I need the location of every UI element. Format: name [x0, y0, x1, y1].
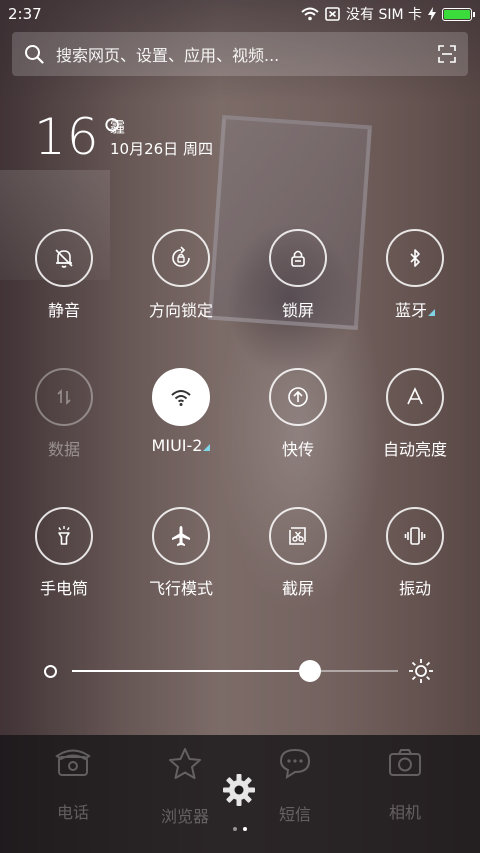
status-time: 2:37: [8, 5, 42, 23]
search-bar[interactable]: 搜索网页、设置、应用、视频...: [12, 32, 468, 76]
upload-icon: [288, 387, 308, 407]
brightness-slider-thumb[interactable]: [298, 660, 321, 682]
toggle-airplane-mode-label: 飞行模式: [148, 579, 213, 598]
toggle-vibrate[interactable]: 振动: [365, 507, 465, 599]
screenshot-icon: [289, 527, 306, 545]
toggle-rotation-lock-label: 方向锁定: [148, 301, 213, 320]
toggle-auto-brightness[interactable]: 自动亮度: [365, 368, 465, 460]
search-icon: [25, 45, 44, 64]
dock-item-camera[interactable]: 相机: [350, 747, 460, 823]
toggle-mute-button[interactable]: [35, 229, 93, 287]
toggle-wifi-label-row: MIUI-2: [131, 436, 231, 455]
toggle-rotation-lock[interactable]: 方向锁定: [131, 229, 231, 321]
toggle-airplane-mode-button[interactable]: [152, 507, 210, 565]
search-input[interactable]: 搜索网页、设置、应用、视频...: [56, 42, 438, 66]
no-sim-icon: [325, 7, 340, 21]
toggle-mute-label: 静音: [47, 301, 80, 320]
toggle-rotation-lock-button[interactable]: [152, 229, 210, 287]
brightness-control: [42, 656, 442, 686]
star-icon: [169, 748, 201, 779]
toggle-flashlight[interactable]: 手电筒: [14, 507, 114, 599]
toggle-vibrate-label: 振动: [398, 579, 431, 598]
weather-date: 10月26日 周四: [110, 140, 213, 158]
bluetooth-icon: [410, 249, 420, 267]
submenu-triangle-icon: [428, 309, 435, 316]
toggle-bluetooth-label-row: 蓝牙: [365, 297, 465, 321]
toggle-auto-brightness-button[interactable]: [386, 368, 444, 426]
dock-item-phone-label: 电话: [56, 803, 89, 822]
charging-icon: [428, 7, 436, 21]
lock-icon: [291, 250, 305, 267]
toggle-lock-screen[interactable]: 锁屏: [248, 229, 348, 321]
brightness-low-icon: [44, 665, 57, 678]
page-dot: [233, 827, 237, 831]
scan-icon[interactable]: [438, 45, 456, 63]
phone-icon: [55, 749, 91, 776]
rotation-lock-icon: [172, 246, 190, 267]
toggle-quick-transfer-label: 快传: [281, 440, 314, 459]
brightness-high-icon: [409, 659, 433, 683]
toggle-mobile-data-label: 数据: [47, 440, 80, 459]
battery-icon: [442, 7, 475, 21]
toggle-quick-transfer-button[interactable]: [269, 368, 327, 426]
toggle-bluetooth[interactable]: 蓝牙: [365, 229, 465, 321]
toggle-mobile-data[interactable]: 数据: [14, 368, 114, 460]
toggle-mobile-data-button[interactable]: [35, 368, 93, 426]
settings-gear-icon[interactable]: [222, 773, 256, 807]
dock-item-messages-label: 短信: [278, 805, 311, 824]
auto-brightness-icon: [407, 387, 423, 405]
brightness-slider-fill: [72, 670, 310, 672]
flashlight-icon: [58, 526, 70, 545]
vibrate-icon: [404, 527, 426, 545]
camera-icon: [389, 749, 421, 776]
toggle-auto-brightness-label: 自动亮度: [382, 440, 447, 459]
status-bar: 2:37 没有 SIM 卡: [0, 0, 480, 28]
toggle-flashlight-button[interactable]: [35, 507, 93, 565]
toggle-wifi[interactable]: MIUI-2: [131, 368, 231, 455]
status-icons: 没有 SIM 卡: [301, 4, 475, 24]
wifi-icon: [171, 390, 191, 406]
dock-item-messages[interactable]: 短信: [240, 747, 350, 825]
dock-item-phone[interactable]: 电话: [18, 747, 128, 823]
message-icon: [279, 748, 311, 779]
toggle-airplane-mode[interactable]: 飞行模式: [131, 507, 231, 599]
page-dot-active: [243, 827, 247, 831]
toggle-flashlight-label: 手电筒: [39, 579, 88, 598]
wifi-signal-icon: [301, 7, 319, 21]
toggle-quick-transfer[interactable]: 快传: [248, 368, 348, 460]
mobile-data-icon: [57, 389, 71, 405]
toggle-wifi-label: MIUI-2: [151, 436, 203, 455]
toggle-screenshot-label: 截屏: [281, 579, 314, 598]
bell-off-icon: [55, 249, 73, 268]
status-sim-text: 没有 SIM 卡: [346, 7, 422, 23]
weather-condition: 霾: [110, 118, 126, 136]
toggle-screenshot[interactable]: 截屏: [248, 507, 348, 599]
toggle-mute[interactable]: 静音: [14, 229, 114, 321]
page-indicator: [233, 827, 247, 831]
airplane-icon: [172, 526, 190, 546]
toggle-vibrate-button[interactable]: [386, 507, 444, 565]
toggle-bluetooth-label: 蓝牙: [394, 301, 427, 320]
submenu-triangle-icon: [203, 444, 211, 451]
dock: 电话 浏览器 短信 相机: [0, 735, 480, 853]
brightness-slider[interactable]: [72, 660, 398, 682]
toggle-screenshot-button[interactable]: [269, 507, 327, 565]
toggle-lock-screen-button[interactable]: [269, 229, 327, 287]
toggle-wifi-button[interactable]: [152, 368, 210, 426]
toggle-bluetooth-button[interactable]: [386, 229, 444, 287]
toggle-lock-screen-label: 锁屏: [281, 301, 314, 320]
dock-item-camera-label: 相机: [388, 803, 421, 822]
